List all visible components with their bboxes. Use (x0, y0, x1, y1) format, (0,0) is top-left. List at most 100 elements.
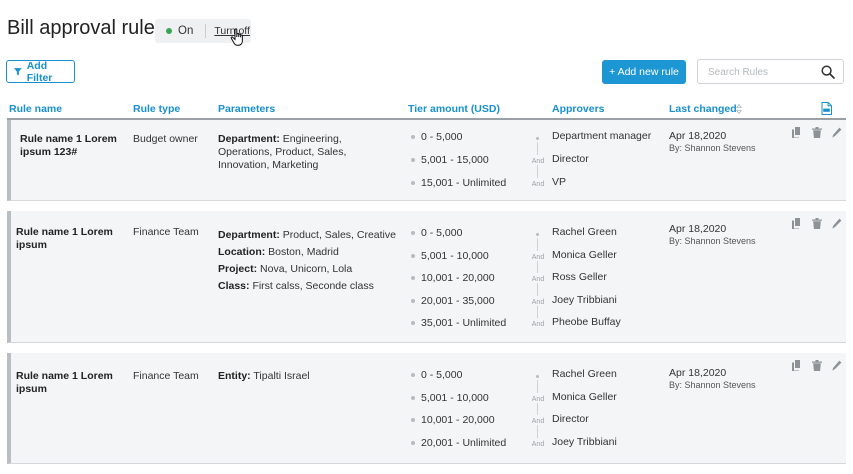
hand-pointer-icon (230, 28, 243, 46)
approver: Pheobe Buffay (552, 316, 621, 328)
last-changed: Apr 18,2020 By: Shannon Stevens (669, 223, 779, 247)
last-changed-date: Apr 18,2020 (669, 367, 727, 379)
chain-line (537, 305, 538, 318)
toggle-divider (205, 24, 207, 38)
col-parameters[interactable]: Parameters (218, 103, 275, 115)
last-changed: Apr 18,2020 By: Shannon Stevens (669, 130, 779, 154)
tier-amount: 0 - 5,000 (411, 369, 462, 381)
and-label: And (531, 276, 545, 283)
trash-icon[interactable] (812, 360, 822, 371)
pencil-icon[interactable] (832, 218, 842, 229)
chain-line (537, 425, 538, 438)
last-changed-by: By: Shannon Stevens (669, 143, 756, 153)
tier-range: 0 - 5,000 (421, 131, 463, 143)
copy-icon[interactable] (792, 360, 802, 371)
approver: Director (552, 153, 589, 165)
tier-amount: 10,001 - 20,000 (411, 414, 495, 426)
rule-card[interactable]: Rule name 1 Lorem ipsum 123# Budget owner… (7, 120, 846, 201)
approver: Department manager (552, 130, 652, 142)
add-new-rule-button[interactable]: + Add new rule (602, 60, 686, 84)
tier-range: 20,001 - 35,000 (421, 294, 495, 307)
rule-actions (792, 218, 844, 230)
approver: Ross Geller (552, 271, 607, 283)
chain-start-dot (536, 375, 539, 378)
add-filter-button[interactable]: Add Filter (6, 60, 75, 84)
copy-icon[interactable] (792, 127, 802, 138)
chain-line (537, 283, 538, 296)
search-input[interactable] (708, 65, 813, 79)
tier-range: 0 - 5,000 (421, 227, 463, 239)
parameter-value: Boston, Madrid (268, 246, 339, 258)
parameter-value: First calss, Seconde class (252, 280, 374, 292)
tier-amount: 5,001 - 15,000 (411, 154, 489, 166)
parameter-line: Department: Product, Sales, Creative (218, 229, 398, 242)
last-changed: Apr 18,2020 By: Shannon Stevens (669, 367, 779, 391)
and-label: And (531, 321, 545, 328)
search-rules (697, 59, 844, 84)
pencil-icon[interactable] (832, 127, 842, 138)
tier-range: 10,001 - 20,000 (421, 414, 495, 426)
parameter-value: Nova, Unicorn, Lola (260, 263, 353, 275)
last-changed-date: Apr 18,2020 (669, 223, 727, 235)
tier-amount: 20,001 - Unlimited (411, 437, 506, 449)
col-rule-name[interactable]: Rule name (9, 103, 62, 115)
parameter-line: Project: Nova, Unicorn, Lola (218, 263, 398, 276)
status-on-dot (166, 28, 172, 34)
pdf-export-icon[interactable] (821, 102, 832, 115)
tier-amount: 0 - 5,000 (411, 131, 462, 143)
approver: Joey Tribbiani (552, 435, 617, 448)
tier-range: 35,001 - Unlimited (421, 317, 507, 329)
trash-icon[interactable] (812, 218, 822, 229)
rule-name[interactable]: Rule name 1 Lorem ipsum (16, 226, 116, 252)
tier-range: 0 - 5,000 (421, 369, 463, 381)
table-header: Rule name Rule type Parameters Tier amou… (0, 103, 853, 117)
tier-range: 15,001 - Unlimited (421, 177, 507, 189)
rule-type: Budget owner (133, 133, 198, 145)
col-approvers[interactable]: Approvers (552, 103, 605, 115)
parameter-label: Project: (218, 263, 258, 275)
approver: Rachel Green (552, 368, 617, 380)
rule-parameters: Department: Product, Sales, Creative Loca… (218, 229, 398, 297)
and-label: And (531, 418, 545, 425)
tier-range: 5,001 - 10,000 (421, 249, 489, 262)
pencil-icon[interactable] (832, 360, 842, 371)
rule-card[interactable]: Rule name 1 Lorem ipsum Finance Team Depar… (7, 211, 846, 343)
sort-icon[interactable] (736, 103, 742, 115)
parameter-line: Entity: Tipalti Israel (218, 370, 398, 383)
tier-amount: 5,001 - 10,000 (411, 250, 489, 262)
tier-amount: 10,001 - 20,000 (411, 272, 495, 284)
tier-bullet (411, 321, 415, 326)
rule-type: Finance Team (133, 370, 199, 382)
tier-range: 20,001 - Unlimited (421, 436, 507, 449)
copy-icon[interactable] (792, 218, 802, 229)
trash-icon[interactable] (812, 127, 822, 138)
tier-bullet (411, 298, 415, 303)
tier-range: 10,001 - 20,000 (421, 272, 495, 284)
rule-card[interactable]: Rule name 1 Lorem ipsum Finance Team Entit… (7, 353, 846, 464)
col-last-changed[interactable]: Last changed (669, 103, 737, 115)
rule-actions (792, 360, 844, 372)
tier-bullet (411, 276, 415, 281)
approver: Joey Tribbiani (552, 293, 617, 306)
tier-bullet (411, 181, 415, 186)
tier-range: 5,001 - 15,000 (421, 154, 489, 166)
chain-line (537, 165, 538, 178)
rule-name[interactable]: Rule name 1 Lorem ipsum (16, 370, 116, 396)
tier-amount: 15,001 - Unlimited (411, 177, 506, 189)
parameter-label: Entity: (218, 370, 251, 382)
tier-amount: 35,001 - Unlimited (411, 317, 506, 329)
chain-line (537, 260, 538, 273)
and-label: And (531, 253, 545, 261)
col-tier-amount[interactable]: Tier amount (USD) (408, 103, 500, 115)
parameter-label: Department: (218, 229, 280, 241)
rule-parameters: Entity: Tipalti Israel (218, 370, 398, 387)
last-changed-date: Apr 18,2020 (669, 130, 727, 142)
rule-type: Finance Team (133, 226, 199, 238)
search-icon[interactable] (821, 65, 835, 79)
chain-start-dot (536, 233, 539, 236)
col-rule-type[interactable]: Rule type (133, 103, 180, 115)
approver: Monica Geller (552, 390, 617, 403)
tier-bullet (411, 231, 415, 236)
tier-bullet (411, 395, 415, 400)
rule-name[interactable]: Rule name 1 Lorem ipsum 123# (20, 133, 120, 159)
